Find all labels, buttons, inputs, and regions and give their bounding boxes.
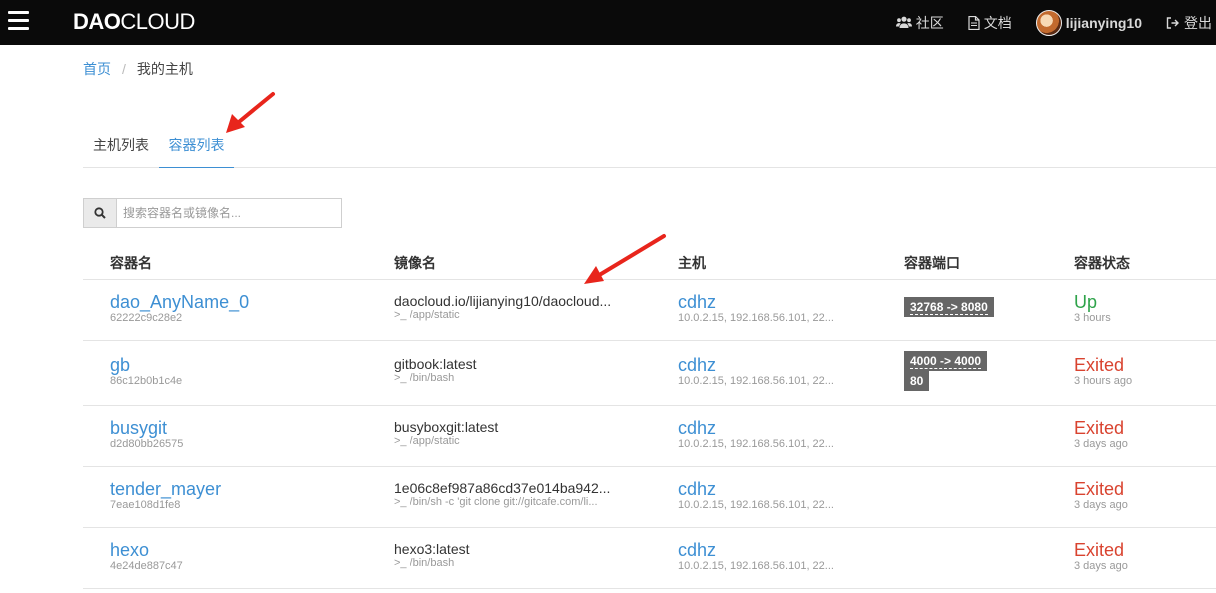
column-header-container-name: 容器名 xyxy=(110,255,152,271)
terminal-prompt-icon: >_ xyxy=(394,309,407,321)
host-link[interactable]: cdhz xyxy=(678,479,853,499)
table-row[interactable]: hexo 4e24de887c47 hexo3:latest >_/bin/ba… xyxy=(83,528,1216,589)
logout-icon xyxy=(1166,16,1179,29)
container-command: >_/bin/bash xyxy=(394,557,455,569)
tab-container-list[interactable]: 容器列表 xyxy=(159,135,234,168)
container-command: >_/app/static xyxy=(394,309,460,321)
search-box xyxy=(83,198,342,228)
top-navbar: DAOCLOUD 社区 文档 lijianying10 登出 xyxy=(0,0,1216,45)
port-badge[interactable]: 80 xyxy=(904,371,930,391)
status-time: 3 days ago xyxy=(1074,438,1128,450)
container-command: >_/bin/sh -c 'git clone git://gitcafe.co… xyxy=(394,496,598,508)
host-link[interactable]: cdhz xyxy=(678,355,853,375)
host-ips: 10.0.2.15, 192.168.56.101, 22... xyxy=(678,312,834,324)
table-row[interactable]: tender_mayer 7eae108d1fe8 1e06c8ef987a86… xyxy=(83,467,1216,528)
container-id: 86c12b0b1c4e xyxy=(110,375,183,387)
users-icon xyxy=(895,16,912,28)
container-id: 4e24de887c47 xyxy=(110,560,183,572)
breadcrumb-home[interactable]: 首页 xyxy=(83,59,111,79)
container-name-link[interactable]: dao_AnyName_0 xyxy=(110,292,249,312)
container-id: d2d80bb26575 xyxy=(110,438,184,450)
image-name: daocloud.io/lijianying10/daocloud... xyxy=(394,293,612,309)
column-header-status: 容器状态 xyxy=(1074,255,1130,271)
breadcrumb-separator: / xyxy=(122,61,126,77)
status-label: Exited xyxy=(1074,355,1125,375)
container-name-link[interactable]: tender_mayer xyxy=(110,479,221,499)
container-table: 容器名 镜像名 主机 容器端口 容器状态 dao_AnyName_0 62222… xyxy=(83,246,1216,589)
host-link[interactable]: cdhz xyxy=(678,540,853,560)
host-link[interactable]: cdhz xyxy=(678,292,853,312)
search-button[interactable] xyxy=(84,199,117,227)
docs-label: 文档 xyxy=(983,14,1012,31)
status-time: 3 hours ago xyxy=(1074,375,1133,387)
container-id: 7eae108d1fe8 xyxy=(110,499,181,511)
status-label: Exited xyxy=(1074,479,1125,499)
port-list: 32768 -> 8080 xyxy=(904,297,994,317)
container-id: 62222c9c28e2 xyxy=(110,312,183,324)
status-time: 3 hours xyxy=(1074,312,1111,324)
container-name-link[interactable]: gb xyxy=(110,355,182,375)
container-name-link[interactable]: hexo xyxy=(110,540,183,560)
port-mapping-badge[interactable]: 32768 -> 8080 xyxy=(904,297,994,317)
tab-bar: 主机列表 容器列表 xyxy=(83,120,1216,168)
image-name: 1e06c8ef987a86cd37e014ba942... xyxy=(394,480,611,496)
container-command: >_/app/static xyxy=(394,435,460,447)
logout-label: 登出 xyxy=(1184,14,1212,31)
document-icon xyxy=(968,15,980,30)
table-header: 容器名 镜像名 主机 容器端口 容器状态 xyxy=(83,246,1216,280)
host-ips: 10.0.2.15, 192.168.56.101, 22... xyxy=(678,438,834,450)
column-header-image-name: 镜像名 xyxy=(394,255,436,271)
status-time: 3 days ago xyxy=(1074,499,1128,511)
tab-host-list[interactable]: 主机列表 xyxy=(93,135,149,168)
host-ips: 10.0.2.15, 192.168.56.101, 22... xyxy=(678,560,834,572)
search-input[interactable] xyxy=(117,199,341,227)
port-mapping-badge[interactable]: 4000 -> 4000 xyxy=(904,351,988,371)
logo[interactable]: DAOCLOUD xyxy=(73,10,195,34)
terminal-prompt-icon: >_ xyxy=(394,557,407,569)
image-name: gitbook:latest xyxy=(394,356,477,372)
logout-link[interactable]: 登出 xyxy=(1166,13,1212,33)
host-link[interactable]: cdhz xyxy=(678,418,853,438)
table-row[interactable]: gb 86c12b0b1c4e gitbook:latest >_/bin/ba… xyxy=(83,341,1216,406)
user-menu[interactable]: lijianying10 xyxy=(1035,9,1142,36)
breadcrumb: 首页 / 我的主机 xyxy=(83,59,193,79)
terminal-prompt-icon: >_ xyxy=(394,496,407,508)
status-label: Exited xyxy=(1074,540,1125,560)
container-name-link[interactable]: busygit xyxy=(110,418,183,438)
table-row[interactable]: busygit d2d80bb26575 busyboxgit:latest >… xyxy=(83,406,1216,467)
image-name: busyboxgit:latest xyxy=(394,419,499,435)
avatar xyxy=(1035,9,1062,36)
username: lijianying10 xyxy=(1065,14,1142,31)
community-link[interactable]: 社区 xyxy=(895,13,944,33)
status-label: Exited xyxy=(1074,418,1125,438)
host-ips: 10.0.2.15, 192.168.56.101, 22... xyxy=(678,499,834,511)
breadcrumb-current: 我的主机 xyxy=(136,61,193,77)
search-icon xyxy=(94,207,106,219)
status-label: Up xyxy=(1074,292,1098,312)
menu-icon[interactable] xyxy=(8,11,29,31)
terminal-prompt-icon: >_ xyxy=(394,372,407,384)
container-command: >_/bin/bash xyxy=(394,372,455,384)
table-row[interactable]: dao_AnyName_0 62222c9c28e2 daocloud.io/l… xyxy=(83,280,1216,341)
column-header-host: 主机 xyxy=(678,255,706,271)
navbar-right: 社区 文档 lijianying10 登出 xyxy=(895,0,1216,45)
terminal-prompt-icon: >_ xyxy=(394,435,407,447)
status-time: 3 days ago xyxy=(1074,560,1128,572)
port-list: 4000 -> 4000 80 xyxy=(904,351,988,391)
community-label: 社区 xyxy=(915,14,944,31)
host-ips: 10.0.2.15, 192.168.56.101, 22... xyxy=(678,375,834,387)
docs-link[interactable]: 文档 xyxy=(968,13,1012,33)
image-name: hexo3:latest xyxy=(394,541,470,557)
column-header-ports: 容器端口 xyxy=(904,255,960,271)
